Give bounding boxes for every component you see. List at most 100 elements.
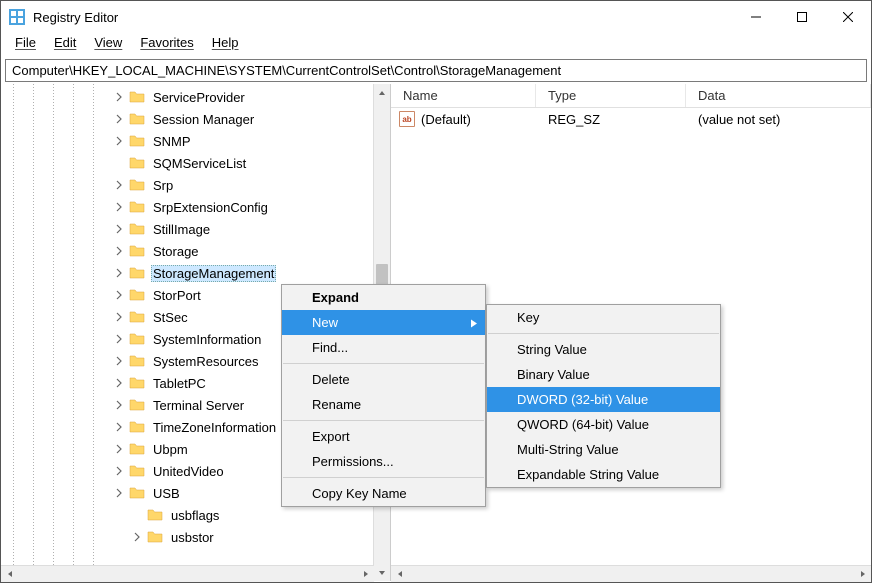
folder-icon [129,463,145,479]
scroll-right-button[interactable] [357,566,374,582]
expand-icon[interactable] [111,199,127,215]
scroll-right-button[interactable] [854,566,871,582]
tree-item-label: Session Manager [153,112,254,127]
expand-icon[interactable] [111,353,127,369]
menu-file[interactable]: File [7,33,44,55]
menu-separator [488,333,719,334]
menu-permissions[interactable]: Permissions... [282,449,485,474]
tree-hscrollbar[interactable] [1,565,374,582]
tree-item-serviceprovider[interactable]: ServiceProvider [1,86,390,108]
expand-icon[interactable] [111,111,127,127]
expand-icon[interactable] [111,265,127,281]
menu-rename[interactable]: Rename [282,392,485,417]
expand-icon[interactable] [111,485,127,501]
tree-item-session-manager[interactable]: Session Manager [1,108,390,130]
window-title: Registry Editor [33,10,733,25]
list-row[interactable]: ab (Default) REG_SZ (value not set) [391,108,871,130]
folder-icon [129,155,145,171]
menu-new-dword[interactable]: DWORD (32-bit) Value [487,387,720,412]
folder-icon [129,287,145,303]
expand-icon[interactable] [111,221,127,237]
tree-item-label: StorPort [153,288,201,303]
folder-icon [129,331,145,347]
tree-item-stillimage[interactable]: StillImage [1,218,390,240]
list-hscrollbar[interactable] [391,565,871,582]
expand-icon[interactable] [129,507,145,523]
scroll-up-button[interactable] [374,84,390,101]
menu-copy-key-name[interactable]: Copy Key Name [282,481,485,506]
scroll-left-button[interactable] [391,566,408,582]
tree-item-label: TabletPC [153,376,206,391]
scroll-left-button[interactable] [1,566,18,582]
tree-item-label: StorageManagement [153,266,274,281]
menu-help[interactable]: Help [204,33,247,55]
tree-item-label: TimeZoneInformation [153,420,276,435]
folder-icon [129,265,145,281]
menu-favorites[interactable]: Favorites [132,33,201,55]
tree-item-srpextensionconfig[interactable]: SrpExtensionConfig [1,196,390,218]
expand-icon[interactable] [129,529,145,545]
menu-new-multi-string[interactable]: Multi-String Value [487,437,720,462]
menu-delete[interactable]: Delete [282,367,485,392]
tree-item-label: Ubpm [153,442,188,457]
folder-icon [129,177,145,193]
menu-find[interactable]: Find... [282,335,485,360]
tree-item-label: SrpExtensionConfig [153,200,268,215]
expand-icon[interactable] [111,397,127,413]
menu-expand[interactable]: Expand [282,285,485,310]
expand-icon[interactable] [111,133,127,149]
menu-edit[interactable]: Edit [46,33,84,55]
expand-icon[interactable] [111,331,127,347]
tree-item-sqmservicelist[interactable]: SQMServiceList [1,152,390,174]
menu-separator [283,420,484,421]
expand-icon[interactable] [111,419,127,435]
minimize-button[interactable] [733,1,779,33]
expand-icon[interactable] [111,243,127,259]
menu-new-expandable-string[interactable]: Expandable String Value [487,462,720,487]
app-icon [9,9,25,25]
tree-item-label: SQMServiceList [153,156,246,171]
context-submenu-new: Key String Value Binary Value DWORD (32-… [486,304,721,488]
expand-icon[interactable] [111,155,127,171]
expand-icon[interactable] [111,309,127,325]
maximize-button[interactable] [779,1,825,33]
tree-item-usbstor[interactable]: usbstor [1,526,390,548]
tree-item-label: SNMP [153,134,191,149]
folder-icon [129,199,145,215]
folder-icon [129,375,145,391]
tree-item-storagemanagement[interactable]: StorageManagement [1,262,390,284]
tree-item-label: SystemInformation [153,332,261,347]
folder-icon [129,441,145,457]
tree-item-storage[interactable]: Storage [1,240,390,262]
folder-icon [129,309,145,325]
submenu-arrow-icon [471,315,477,330]
expand-icon[interactable] [111,89,127,105]
tree-item-snmp[interactable]: SNMP [1,130,390,152]
menu-view[interactable]: View [86,33,130,55]
address-bar[interactable]: Computer\HKEY_LOCAL_MACHINE\SYSTEM\Curre… [5,59,867,82]
expand-icon[interactable] [111,177,127,193]
menu-new-binary[interactable]: Binary Value [487,362,720,387]
close-button[interactable] [825,1,871,33]
folder-icon [129,221,145,237]
col-header-data[interactable]: Data [686,84,871,107]
string-value-icon: ab [399,111,415,127]
menu-export[interactable]: Export [282,424,485,449]
menu-separator [283,363,484,364]
tree-item-srp[interactable]: Srp [1,174,390,196]
menu-new-key[interactable]: Key [487,305,720,330]
tree-item-label: StillImage [153,222,210,237]
expand-icon[interactable] [111,287,127,303]
tree-item-label: Srp [153,178,173,193]
menu-new-qword[interactable]: QWORD (64-bit) Value [487,412,720,437]
tree-item-label: usbstor [171,530,214,545]
expand-icon[interactable] [111,463,127,479]
value-type: REG_SZ [536,112,686,127]
col-header-name[interactable]: Name [391,84,536,107]
tree-item-usbflags[interactable]: usbflags [1,504,390,526]
menu-new[interactable]: New [282,310,485,335]
expand-icon[interactable] [111,441,127,457]
col-header-type[interactable]: Type [536,84,686,107]
menu-new-string[interactable]: String Value [487,337,720,362]
expand-icon[interactable] [111,375,127,391]
